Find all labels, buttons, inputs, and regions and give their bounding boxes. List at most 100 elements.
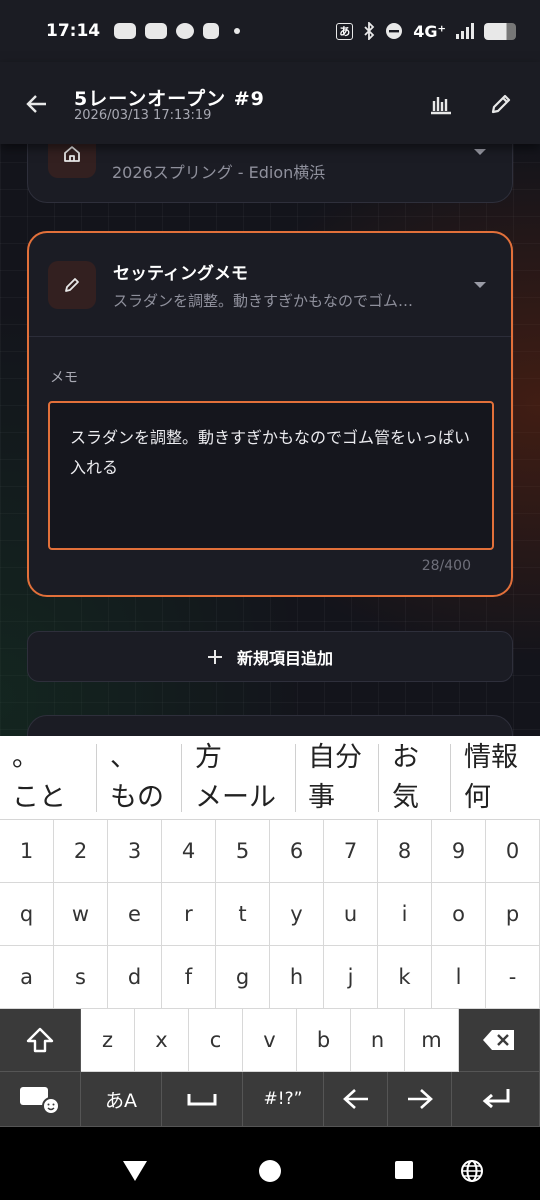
symbols-key[interactable]: #!?” [243,1072,324,1127]
candidate-separator [96,744,97,812]
key-d[interactable]: d [108,946,162,1009]
edit-icon[interactable] [486,89,516,119]
key-y[interactable]: y [270,883,324,946]
candidate-6[interactable]: 情報 何 [464,736,518,820]
key-x[interactable]: x [135,1009,189,1072]
key-a[interactable]: a [0,946,54,1009]
key-0[interactable]: 0 [486,820,540,883]
key-9[interactable]: 9 [432,820,486,883]
candidate-text: 自分 [308,742,362,773]
key-1[interactable]: 1 [0,820,54,883]
key-8[interactable]: 8 [378,820,432,883]
keyboard-settings-key[interactable] [0,1072,81,1127]
bar-chart-icon[interactable] [426,89,456,119]
key-l[interactable]: l [432,946,486,1009]
key-k[interactable]: k [378,946,432,1009]
app-icon [203,23,220,39]
key-q[interactable]: q [0,883,54,946]
discord-icon [114,23,137,39]
key-s[interactable]: s [54,946,108,1009]
candidate-text: 何 [464,782,491,813]
key-t[interactable]: t [216,883,270,946]
candidate-separator [450,744,451,812]
candidate-3[interactable]: 方 メール [195,736,276,820]
key-h[interactable]: h [270,946,324,1009]
status-time: 17:14 [46,21,101,41]
cursor-right-key[interactable] [388,1072,452,1127]
candidate-text: 情報 [464,742,518,773]
key-g[interactable]: g [216,946,270,1009]
chevron-down-icon[interactable] [474,149,486,155]
key-2[interactable]: 2 [54,820,108,883]
candidate-separator [378,744,379,812]
setting-memo-card: セッティングメモ スラダンを調整。動きすぎかもなのでゴム… メモ スラダンを調整… [27,231,513,597]
dot-icon [234,28,241,34]
candidate-4[interactable]: 自分 事 [308,736,362,820]
enter-key[interactable] [452,1072,540,1127]
backspace-key[interactable] [459,1009,540,1072]
key-4[interactable]: 4 [162,820,216,883]
key-n[interactable]: n [351,1009,405,1072]
key-c[interactable]: c [189,1009,243,1072]
key-3[interactable]: 3 [108,820,162,883]
key-row-numbers: 1 2 3 4 5 6 7 8 9 0 [0,820,540,883]
key-p[interactable]: p [486,883,540,946]
space-icon [187,1094,217,1106]
key-f[interactable]: f [162,946,216,1009]
nav-home-icon[interactable] [258,1159,282,1183]
key-i[interactable]: i [378,883,432,946]
add-item-button[interactable]: 新規項目追加 [27,631,513,682]
candidate-text: 。 [12,742,39,773]
kana-toggle-key[interactable]: あA [81,1072,162,1127]
arrow-left-icon [342,1089,368,1109]
chat-bubble-icon [176,23,195,39]
key-7[interactable]: 7 [324,820,378,883]
key-j[interactable]: j [324,946,378,1009]
back-arrow-icon[interactable] [22,89,52,119]
arrow-right-icon [407,1089,433,1109]
add-item-label: 新規項目追加 [236,648,333,668]
shift-key[interactable] [0,1009,81,1072]
key-e[interactable]: e [108,883,162,946]
globe-icon[interactable] [460,1159,484,1183]
nav-recents-icon[interactable] [394,1160,414,1180]
key-b[interactable]: b [297,1009,351,1072]
memo-preview-text: スラダンを調整。動きすぎかもなのでゴム… [113,292,414,310]
memo-section-title[interactable]: セッティングメモ [113,259,248,284]
candidate-text: 事 [308,782,335,813]
key-m[interactable]: m [405,1009,459,1072]
enter-icon [482,1089,509,1109]
cursor-left-key[interactable] [324,1072,388,1127]
chevron-down-icon[interactable] [474,282,486,288]
discord-icon [145,23,168,39]
space-key[interactable] [162,1072,243,1127]
memo-field-label: メモ [50,370,78,386]
event-subtext: 2026スプリング - Edion横浜 [112,163,326,182]
divider [29,336,511,337]
key-z[interactable]: z [81,1009,135,1072]
key-w[interactable]: w [54,883,108,946]
battery-icon [484,22,516,40]
char-counter: 28/400 [421,558,471,574]
key-row-a: a s d f g h j k l - [0,946,540,1009]
candidate-5[interactable]: お 気 [392,736,419,820]
memo-input[interactable]: スラダンを調整。動きすぎかもなのでゴム管をいっぱい入れる [48,401,494,550]
candidate-text: 方 [195,742,222,773]
key-6[interactable]: 6 [270,820,324,883]
candidate-1[interactable]: 。 こと [12,736,66,820]
key-r[interactable]: r [162,883,216,946]
key-o[interactable]: o [432,883,486,946]
system-nav-bar [0,1127,540,1200]
plus-icon [207,649,222,664]
candidate-text: 、 [110,742,137,773]
key-u[interactable]: u [324,883,378,946]
key-5[interactable]: 5 [216,820,270,883]
key-row-q: q w e r t y u i o p [0,883,540,946]
nav-back-icon[interactable] [122,1160,148,1182]
candidate-2[interactable]: 、 もの [110,736,164,820]
candidate-text: こと [12,782,66,813]
key-v[interactable]: v [243,1009,297,1072]
status-bar: 17:14 あ 4G⁺ [0,0,540,62]
shift-arrow-icon [26,1027,54,1053]
key-hyphen[interactable]: - [486,946,540,1009]
